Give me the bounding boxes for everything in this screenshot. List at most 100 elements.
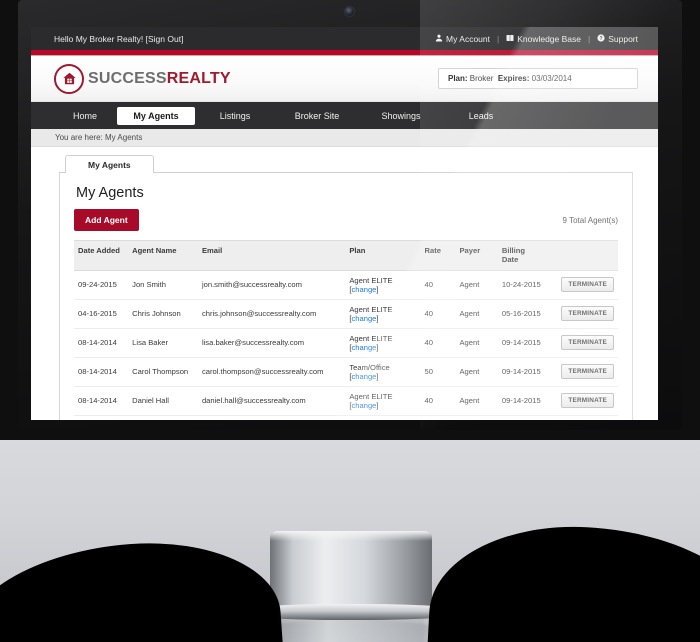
th-payer[interactable]: Payer <box>455 240 498 271</box>
cell-rate: 40 <box>420 386 456 416</box>
brand-bar: SUCCESSREALTY Plan: Broker Expires: 03/0… <box>31 56 658 102</box>
plan-name: Agent ELITE <box>349 275 393 285</box>
cell-payer: Agent <box>455 270 498 300</box>
cell-billing-date: 09-14-2015 <box>497 328 552 358</box>
terminate-button[interactable]: TERMINATE <box>561 335 614 351</box>
plan-name: Agent ELITE <box>349 391 393 401</box>
nav-item-listings[interactable]: Listings <box>195 106 275 126</box>
nav-item-broker-site[interactable]: Broker Site <box>275 106 359 126</box>
th-agent-name[interactable]: Agent Name <box>128 240 198 271</box>
svg-text:?: ? <box>600 35 603 41</box>
cell-actions: TERMINATE <box>551 299 618 329</box>
support-link[interactable]: ? Support <box>597 34 638 44</box>
terminate-button[interactable]: TERMINATE <box>561 306 614 322</box>
terminate-button[interactable]: TERMINATE <box>561 393 614 409</box>
cell-payer: Agent <box>455 357 498 387</box>
change-plan-link[interactable]: change <box>351 401 376 410</box>
page-content: My Agents My Agents Add Agent 9 Total Ag… <box>31 154 658 420</box>
cell-actions: TERMINATE <box>551 357 618 387</box>
knowledge-base-label: Knowledge Base <box>517 33 581 44</box>
site-topbar: Hello My Broker Realty! [Sign Out] My Ac… <box>31 27 658 50</box>
cell-plan: Agent ELITE [change] <box>345 386 421 416</box>
cell-payer: Agent <box>455 415 498 420</box>
cell-billing-date: 05-16-2015 <box>497 299 552 329</box>
cell-plan: Team/Office [change] <box>345 357 421 387</box>
cell-date-added: 08-14-2014 <box>74 328 129 358</box>
nav-item-my-agents[interactable]: My Agents <box>117 106 195 125</box>
agents-table-head: Date Added Agent Name Email Plan Rate Pa… <box>74 240 618 271</box>
expires-label: Expires: <box>497 74 530 83</box>
cell-billing-date: 09-14-2015 <box>497 357 552 387</box>
change-plan-link[interactable]: change <box>351 343 376 352</box>
change-plan-link[interactable]: change <box>351 314 376 323</box>
cell-date-added: 09-24-2015 <box>74 270 129 300</box>
cell-email: jon.smith@successrealty.com <box>197 270 346 300</box>
plan-label: Plan: <box>448 74 468 83</box>
terminate-button[interactable]: TERMINATE <box>561 364 614 380</box>
tab-my-agents[interactable]: My Agents <box>65 155 154 173</box>
cell-email: helen.turner@successrealty.com <box>197 415 346 420</box>
cell-plan: Agent ELITE [change] <box>345 299 421 329</box>
cell-agent-name: Lisa Baker <box>128 328 198 358</box>
cell-rate: 40 <box>420 299 456 329</box>
plan-name: Agent ELITE <box>349 333 393 343</box>
plan-info-box: Plan: Broker Expires: 03/03/2014 <box>438 68 638 89</box>
cell-email: lisa.baker@successrealty.com <box>197 328 346 358</box>
cell-plan: Agent ELITE [change] <box>345 270 421 300</box>
my-account-link[interactable]: My Account <box>435 34 490 44</box>
cell-agent-name: Daniel Hall <box>128 386 198 416</box>
cell-payer: Agent <box>455 386 498 416</box>
logo-word-success: SUCCESS <box>88 69 167 87</box>
cell-email: chris.johnson@successrealty.com <box>197 299 346 329</box>
total-agents-count: 9 Total Agent(s) <box>562 215 618 225</box>
nav-item-home[interactable]: Home <box>53 106 117 126</box>
tab-strip: My Agents <box>59 154 633 173</box>
main-navigation: Home My Agents Listings Broker Site Show… <box>31 102 658 129</box>
th-actions <box>551 240 618 271</box>
nav-item-leads[interactable]: Leads <box>443 106 519 126</box>
change-plan-link[interactable]: change <box>351 285 376 294</box>
nav-item-showings[interactable]: Showings <box>359 106 443 126</box>
cell-date-added: 08-14-2014 <box>74 386 129 416</box>
topbar-separator-1: | <box>496 33 500 44</box>
th-plan[interactable]: Plan <box>345 240 421 271</box>
th-email[interactable]: Email <box>197 240 346 271</box>
monitor-stand-neck <box>270 531 432 611</box>
table-row: 08-14-2014 Lisa Baker lisa.baker@successre… <box>74 328 618 358</box>
plan-name: Team/Office <box>349 362 390 372</box>
th-billing-date[interactable]: Billing Date <box>497 240 552 271</box>
book-icon <box>506 34 514 44</box>
browser-screen: Hello My Broker Realty! [Sign Out] My Ac… <box>31 27 658 420</box>
cell-billing-date: 10-24-2015 <box>497 270 552 300</box>
terminate-button[interactable]: TERMINATE <box>561 277 614 293</box>
cell-payer: Agent <box>455 299 498 329</box>
table-row: 09-24-2015 Jon Smith jon.smith@successreal… <box>74 270 618 300</box>
support-label: Support <box>608 33 638 44</box>
cell-rate: 50 <box>420 415 456 420</box>
table-header-row: Date Added Agent Name Email Plan Rate Pa… <box>74 240 618 271</box>
cell-agent-name: Helen Turner <box>128 415 198 420</box>
table-row: 04-16-2015 Chris Johnson chris.johnson@suc… <box>74 299 618 329</box>
cell-billing-date: 09-14-2015 <box>497 386 552 416</box>
site-logo[interactable]: SUCCESSREALTY <box>54 63 231 94</box>
plan-value: Broker <box>469 74 494 83</box>
webcam-icon <box>345 7 354 16</box>
page-title: My Agents <box>76 185 144 201</box>
cell-agent-name: Jon Smith <box>128 270 198 300</box>
knowledge-base-link[interactable]: Knowledge Base <box>506 34 581 44</box>
table-row: 08-14-2014 Carol Thompson carol.thompson@s… <box>74 357 618 387</box>
greeting-signout[interactable]: Hello My Broker Realty! [Sign Out] <box>54 34 183 44</box>
table-row: 02-18-2014Helen Turnerhelen.turner@succe… <box>74 415 618 420</box>
cell-billing-date: 03-18-2015 <box>497 415 552 420</box>
agents-panel: My Agents Add Agent 9 Total Agent(s) Dat… <box>59 173 633 420</box>
logo-wordmark: SUCCESSREALTY <box>88 70 231 88</box>
cell-rate: 40 <box>420 270 456 300</box>
cell-actions: TERMINATE <box>551 415 618 420</box>
add-agent-button[interactable]: Add Agent <box>74 209 139 231</box>
expires-value: 03/03/2014 <box>531 74 572 83</box>
scene: Hello My Broker Realty! [Sign Out] My Ac… <box>0 0 700 642</box>
th-rate[interactable]: Rate <box>420 240 456 271</box>
th-date-added[interactable]: Date Added <box>74 240 129 271</box>
cell-agent-name: Chris Johnson <box>128 299 198 329</box>
change-plan-link[interactable]: change <box>351 372 376 381</box>
